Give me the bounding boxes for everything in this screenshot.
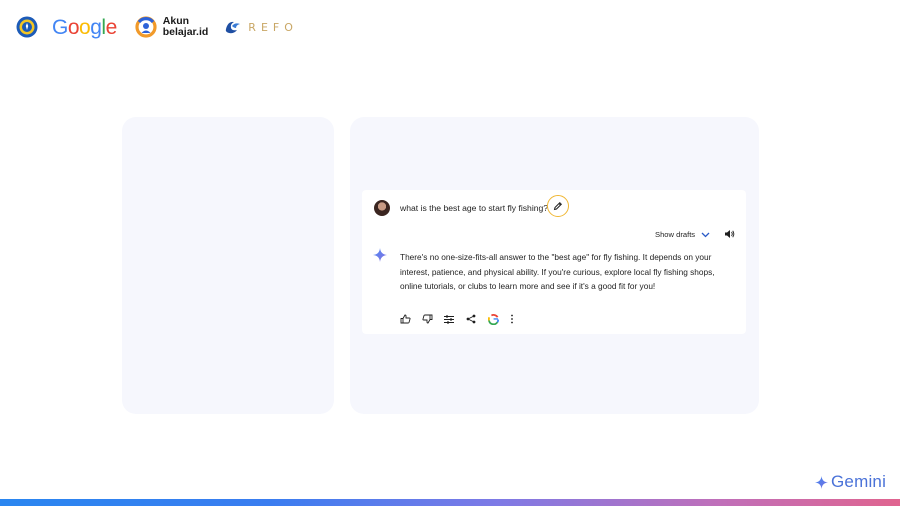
bottom-gradient-bar <box>0 499 900 506</box>
user-avatar <box>374 200 390 216</box>
more-options-icon <box>511 314 513 324</box>
show-drafts-label: Show drafts <box>655 230 696 239</box>
akun-belajar-emblem-icon <box>135 16 157 38</box>
show-drafts-button[interactable]: Show drafts <box>655 230 710 239</box>
response-actions <box>400 313 532 325</box>
double-check-button[interactable] <box>488 313 510 325</box>
google-logo: Google <box>52 15 117 39</box>
share-button[interactable] <box>466 313 488 325</box>
akun-belajar-wordmark: Akun belajar.id <box>163 16 209 38</box>
modify-response-icon <box>444 314 454 324</box>
user-prompt: what is the best age to start fly fishin… <box>400 203 549 213</box>
thumbs-up-button[interactable] <box>400 313 422 325</box>
left-panel <box>122 117 334 414</box>
gemini-star-icon <box>815 475 828 489</box>
akun-belajar-logo: Akun belajar.id <box>135 16 209 38</box>
share-icon <box>466 314 476 324</box>
chat-card: what is the best age to start fly fishin… <box>362 190 746 334</box>
refo-logo: REFO <box>224 19 298 35</box>
refo-wave-icon <box>226 21 241 34</box>
gemini-logo: Gemini <box>815 472 886 492</box>
akun-line2: belajar.id <box>162 26 209 38</box>
logo-bar: Google Akun belajar.id REFO <box>16 14 298 40</box>
speaker-icon <box>725 230 735 238</box>
refo-wordmark: REFO <box>248 20 298 34</box>
modify-response-button[interactable] <box>444 313 466 325</box>
google-check-icon <box>488 313 499 325</box>
gemini-spark-icon <box>373 248 387 262</box>
gemini-wordmark: Gemini <box>831 472 887 491</box>
thumbs-up-icon <box>400 314 411 324</box>
more-options-button[interactable] <box>510 313 532 325</box>
tut-wuri-handayani-emblem-icon <box>16 16 38 38</box>
response-text: There's no one-size-fits-all answer to t… <box>400 252 715 291</box>
thumbs-down-button[interactable] <box>422 313 444 325</box>
read-aloud-button[interactable] <box>724 229 735 239</box>
edit-prompt-button[interactable] <box>547 195 569 217</box>
pencil-icon <box>553 201 563 211</box>
thumbs-down-icon <box>422 314 433 324</box>
chevron-down-icon <box>701 232 710 238</box>
